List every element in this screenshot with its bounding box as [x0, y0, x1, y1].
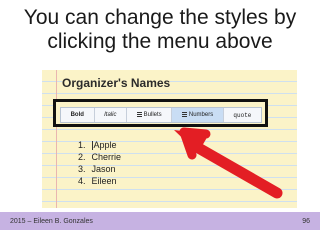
red-arrow [174, 127, 283, 199]
slide-footer: 2015 – Eileen B. Gonzales 96 [0, 212, 320, 230]
footer-author: 2015 – Eileen B. Gonzales [10, 217, 93, 225]
page-number: 96 [302, 217, 310, 225]
